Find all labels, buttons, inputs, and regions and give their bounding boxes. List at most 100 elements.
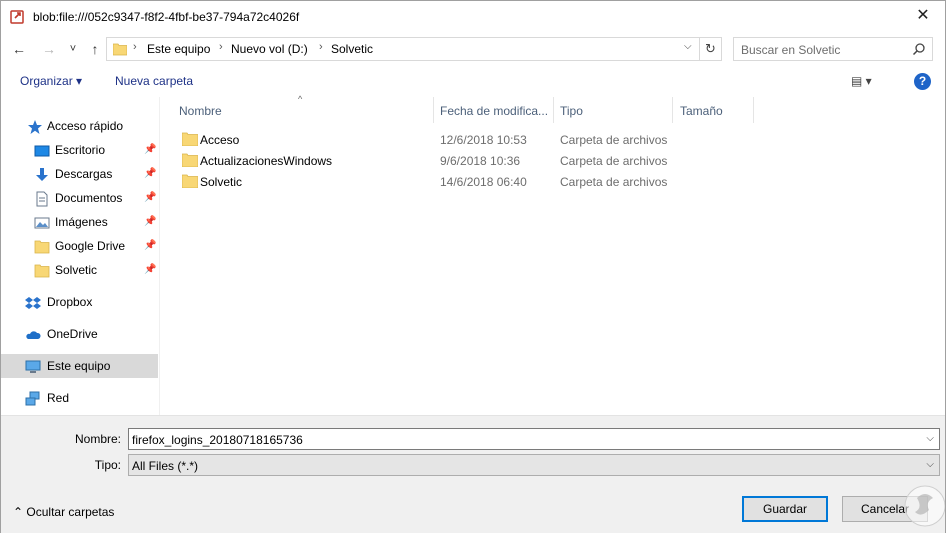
folder-icon [182,153,198,167]
pin-icon: 📌 [144,216,157,227]
sidebar-item-descargas[interactable]: Descargas 📌 [1,162,158,186]
download-icon [36,168,48,181]
file-type-select[interactable]: All Files (*.*) ⌵ [128,454,940,476]
folder-icon [34,264,50,278]
sidebar-item-label: Red [47,391,70,405]
pin-icon: 📌 [144,168,157,179]
folder-icon [182,174,198,188]
column-header-nombre[interactable]: Nombre [179,104,222,118]
file-name: Acceso [200,133,240,147]
sidebar-item-label: Solvetic [55,263,98,277]
column-header-tipo[interactable]: Tipo [560,104,583,118]
chevron-down-icon[interactable]: ⌵ [926,433,934,444]
cloud-icon [26,331,41,339]
column-divider[interactable] [753,97,754,123]
sidebar-item-documentos[interactable]: Documentos 📌 [1,186,158,210]
breadcrumb-este-equipo[interactable]: Este equipo [147,42,210,56]
sidebar-item-onedrive[interactable]: OneDrive [1,322,158,346]
hide-folders-button[interactable]: ⌃ Ocultar carpetas [13,505,114,519]
name-label: Nombre: [74,432,121,446]
sidebar-item-google-drive[interactable]: Google Drive 📌 [1,234,158,258]
breadcrumb-separator: › [219,41,223,53]
file-row[interactable]: Solvetic 14/6/2018 06:40 Carpeta de arch… [178,171,778,192]
sidebar-item-label: Este equipo [47,359,111,373]
command-bar: Organizar ▾ Nueva carpeta ▤ ▾ ? [1,68,945,96]
file-type-value: All Files (*.*) [132,459,199,473]
computer-icon [25,360,41,373]
sidebar-item-dropbox[interactable]: Dropbox [1,290,158,314]
recent-locations-button[interactable]: ˅ [63,39,83,59]
sidebar-item-solvetic[interactable]: Solvetic 📌 [1,258,158,282]
organize-button[interactable]: Organizar ▾ [20,74,82,88]
search-placeholder: Buscar en Solvetic [741,43,841,57]
forward-button[interactable]: → [39,39,59,59]
file-name: ActualizacionesWindows [200,154,333,168]
column-header-fecha[interactable]: Fecha de modifica... [440,104,548,118]
view-options-button[interactable]: ▤ ▾ [851,74,872,88]
column-header-tamano[interactable]: Tamaño [680,104,723,118]
file-name: Solvetic [200,175,243,189]
breadcrumb-nuevo-vol[interactable]: Nuevo vol (D:) [231,42,308,56]
sidebar-item-label: Escritorio [55,143,106,157]
pictures-icon [34,217,50,229]
breadcrumb-separator: › [319,41,323,53]
refresh-button[interactable]: ↻ [700,37,722,61]
back-button[interactable]: ← [9,39,29,59]
navigation-pane: Acceso rápido Escritorio 📌 Descargas 📌 D… [1,97,159,415]
file-row[interactable]: Acceso 12/6/2018 10:53 Carpeta de archiv… [178,129,778,150]
desktop-icon [34,145,50,157]
close-button[interactable]: ✕ [913,6,933,26]
window-title: blob:file:///052c9347-f8f2-4fbf-be37-794… [33,10,300,24]
file-type: Carpeta de archivos [560,154,668,168]
file-type: Carpeta de archivos [560,133,668,147]
file-name-input[interactable]: firefox_logins_20180718165736 ⌵ [128,428,940,450]
network-icon [25,391,40,406]
dropbox-icon [25,297,41,309]
save-form: Nombre: firefox_logins_20180718165736 ⌵ … [1,415,945,533]
new-folder-button[interactable]: Nueva carpeta [115,74,193,88]
breadcrumb-solvetic[interactable]: Solvetic [331,42,373,56]
sidebar-item-label: Imágenes [55,215,108,229]
sidebar-item-acceso-rapido[interactable]: Acceso rápido [1,114,158,138]
address-bar[interactable]: › Este equipo › Nuevo vol (D:) › Solveti… [106,37,700,61]
save-button[interactable]: Guardar [742,496,828,522]
pin-icon: 📌 [144,192,157,203]
column-headers: ^ Nombre Fecha de modifica... Tipo Tamañ… [160,94,760,123]
column-divider[interactable] [553,97,554,123]
sidebar-item-label: Acceso rápido [47,119,124,133]
solvetic-logo-icon [904,485,945,527]
chevron-down-icon: ⌵ [926,459,934,470]
up-button[interactable]: ↑ [85,39,105,59]
firefox-share-icon [10,10,24,24]
search-icon [912,43,925,56]
sidebar-item-imagenes[interactable]: Imágenes 📌 [1,210,158,234]
sidebar-item-escritorio[interactable]: Escritorio 📌 [1,138,158,162]
breadcrumb-separator: › [133,41,137,53]
pin-icon: 📌 [144,240,157,251]
type-label: Tipo: [94,458,121,472]
navigation-bar: ← → ˅ ↑ › Este equipo › Nuevo vol (D:) ›… [1,35,945,63]
file-type: Carpeta de archivos [560,175,668,189]
file-row[interactable]: ActualizacionesWindows 9/6/2018 10:36 Ca… [178,150,778,171]
sort-ascending-icon: ^ [298,94,303,104]
save-dialog: blob:file:///052c9347-f8f2-4fbf-be37-794… [0,0,946,533]
chevron-down-icon[interactable]: ⌵ [684,41,692,52]
pin-icon: 📌 [144,144,157,155]
file-list: ^ Nombre Fecha de modifica... Tipo Tamañ… [160,94,945,415]
file-name-value: firefox_logins_20180718165736 [132,433,303,447]
file-date: 12/6/2018 10:53 [440,133,527,147]
sidebar-item-red[interactable]: Red [1,386,158,410]
folder-icon [34,240,50,254]
file-date: 14/6/2018 06:40 [440,175,527,189]
star-icon [28,120,42,134]
sidebar-item-label: Descargas [55,167,113,181]
column-divider[interactable] [433,97,434,123]
sidebar-item-label: OneDrive [47,327,98,341]
title-bar: blob:file:///052c9347-f8f2-4fbf-be37-794… [1,1,945,32]
sidebar-item-label: Documentos [55,191,123,205]
column-divider[interactable] [672,97,673,123]
sidebar-item-este-equipo[interactable]: Este equipo [1,354,158,378]
sidebar-item-label: Google Drive [55,239,126,253]
search-input[interactable]: Buscar en Solvetic [733,37,933,61]
help-button[interactable]: ? [914,73,931,90]
